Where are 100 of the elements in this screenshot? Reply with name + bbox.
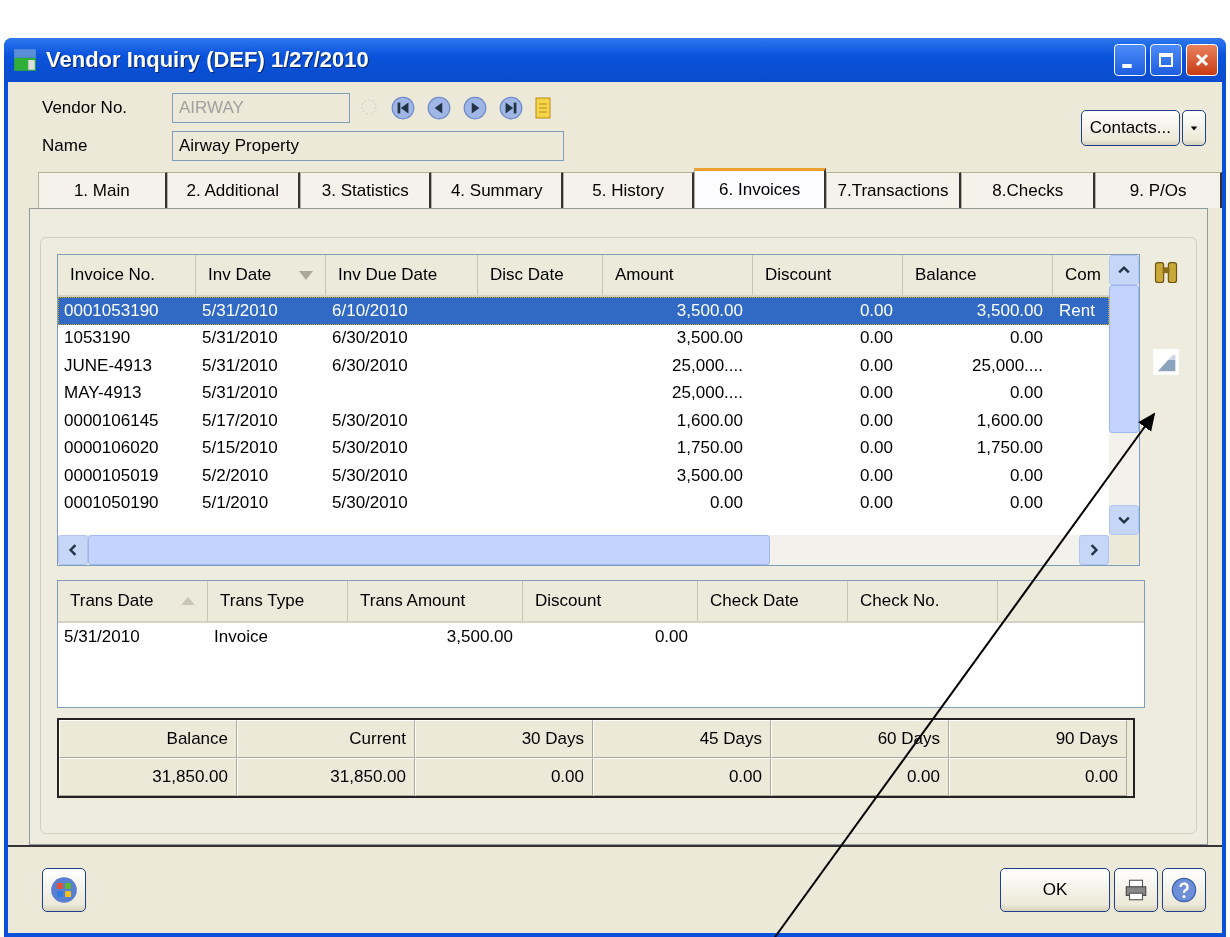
column-header: 90 Days xyxy=(949,720,1127,758)
column-header[interactable]: Trans Date xyxy=(58,581,208,621)
previous-record-icon[interactable] xyxy=(426,95,452,121)
table-cell-text: 0.00 xyxy=(858,493,894,514)
contacts-button[interactable]: Contacts... xyxy=(1080,110,1180,146)
minimize-button[interactable] xyxy=(1114,44,1146,76)
column-header[interactable]: Trans Amount xyxy=(348,581,523,621)
table-cell-text: 0.00 xyxy=(858,465,894,486)
table-cell: 31,850.00 xyxy=(237,758,415,796)
scroll-up-button[interactable] xyxy=(1109,255,1139,285)
last-record-icon[interactable] xyxy=(498,95,524,121)
column-header[interactable]: Inv Due Date xyxy=(326,255,478,295)
scroll-right-button[interactable] xyxy=(1079,535,1109,565)
table-cell: 0.00 xyxy=(415,758,593,796)
column-header: 30 Days xyxy=(415,720,593,758)
invoice-row[interactable]: 0000105019 5/2/2010 5/30/2010 3,500.00 0.00 0.00 xyxy=(58,462,1109,490)
scroll-thumb[interactable] xyxy=(1109,285,1139,433)
column-header[interactable]: Discount xyxy=(523,581,698,621)
table-cell-text: 1,600.00 xyxy=(975,410,1044,431)
table-cell-text: 0.00 xyxy=(858,300,894,321)
scrollbar-corner xyxy=(1109,535,1139,565)
tab[interactable]: 3. Statistics xyxy=(300,172,432,208)
tab[interactable]: 1. Main xyxy=(38,172,167,208)
chevron-up-icon xyxy=(1118,264,1130,276)
column-header[interactable]: Amount xyxy=(603,255,753,295)
next-record-icon[interactable] xyxy=(462,95,488,121)
table-cell-text: 25,000.... xyxy=(671,383,744,404)
table-cell-text: 5/31/2010 xyxy=(201,300,279,321)
table-cell-text: 0000106020 xyxy=(63,438,160,459)
table-cell: 0.00 xyxy=(771,758,949,796)
invoice-row[interactable]: 0001053190 5/31/2010 6/10/2010 3,500.00 0.00 3,500.00 Rent xyxy=(58,297,1109,325)
column-header[interactable]: Balance xyxy=(903,255,1053,295)
column-header[interactable]: Inv Date xyxy=(196,255,326,295)
table-cell-text: 1,750.00 xyxy=(675,438,744,459)
column-header[interactable]: Disc Date xyxy=(478,255,603,295)
table-cell-text: 0.00 xyxy=(1008,328,1044,349)
invoice-row[interactable]: 0000106145 5/17/2010 5/30/2010 1,600.00 0.00 1,600.00 xyxy=(58,407,1109,435)
window-title: Vendor Inquiry (DEF) 1/27/2010 xyxy=(46,47,370,73)
table-cell-text: 0.00 xyxy=(858,410,894,431)
invoice-row[interactable]: 0001050190 5/1/2010 5/30/2010 0.00 0.00 0.00 xyxy=(58,489,1109,517)
table-cell-text: 3,500.00 xyxy=(675,300,744,321)
invoice-row[interactable]: JUNE-4913 5/31/2010 6/30/2010 25,000.... 0.00 25,000.... xyxy=(58,352,1109,380)
chevron-left-icon xyxy=(67,544,79,556)
name-field[interactable]: Airway Property xyxy=(172,131,564,161)
contacts-dropdown-button[interactable] xyxy=(1182,110,1206,146)
column-header[interactable]: Check Date xyxy=(698,581,848,621)
table-cell-text: 5/17/2010 xyxy=(201,410,279,431)
table-cell-text: 0.00 xyxy=(1008,465,1044,486)
print-button[interactable] xyxy=(1114,868,1158,912)
app-icon xyxy=(12,47,38,73)
minimize-icon xyxy=(1122,64,1132,68)
scroll-thumb[interactable] xyxy=(88,535,770,565)
table-cell-text: 0001050190 xyxy=(63,493,160,514)
table-cell-text: Invoice xyxy=(213,626,269,647)
windows-logo-button[interactable] xyxy=(42,868,86,912)
close-button[interactable] xyxy=(1186,44,1218,76)
vertical-scrollbar[interactable] xyxy=(1109,255,1139,565)
tab[interactable]: 4. Summary xyxy=(431,172,563,208)
table-cell-text: 5/31/2010 xyxy=(201,328,279,349)
table-cell-text: 3,500.00 xyxy=(675,328,744,349)
tab[interactable]: 7.Transactions xyxy=(825,172,961,208)
table-cell-text: 0.00 xyxy=(708,493,744,514)
tab[interactable]: 9. P/Os xyxy=(1095,172,1222,208)
table-cell-text: 0.00 xyxy=(1008,493,1044,514)
table-cell-text: 5/2/2010 xyxy=(201,465,270,486)
name-label: Name xyxy=(42,136,89,156)
invoice-row[interactable]: 0000106020 5/15/2010 5/30/2010 1,750.00 0.00 1,750.00 xyxy=(58,434,1109,462)
table-cell-text: 0000106145 xyxy=(63,410,160,431)
column-header[interactable]: Invoice No. xyxy=(58,255,196,295)
column-header: Balance xyxy=(59,720,237,758)
maximize-button[interactable] xyxy=(1150,44,1182,76)
page-corner-icon[interactable] xyxy=(1152,348,1180,376)
column-header[interactable]: Check No. xyxy=(848,581,998,621)
table-cell-text: 3,500.00 xyxy=(675,465,744,486)
help-icon xyxy=(1170,876,1198,904)
tab[interactable]: 6. Invoices xyxy=(694,168,826,208)
table-cell-text: 1053190 xyxy=(63,328,132,349)
scroll-left-button[interactable] xyxy=(58,535,88,565)
windows-logo-icon xyxy=(50,876,78,904)
table-cell-text: 6/30/2010 xyxy=(331,328,409,349)
column-header: Current xyxy=(237,720,415,758)
ok-button[interactable]: OK xyxy=(1000,868,1110,912)
column-header[interactable]: Discount xyxy=(753,255,903,295)
tab[interactable]: 5. History xyxy=(562,172,695,208)
tab[interactable]: 8.Checks xyxy=(961,172,1096,208)
table-cell-text: 1,750.00 xyxy=(975,438,1044,459)
table-cell-text: 5/30/2010 xyxy=(331,493,409,514)
chevron-down-icon xyxy=(1118,514,1130,526)
horizontal-scrollbar[interactable] xyxy=(58,535,1109,565)
table-cell-text: 5/30/2010 xyxy=(331,410,409,431)
table-cell-text: JUNE-4913 xyxy=(63,355,153,376)
invoice-row[interactable]: MAY-4913 5/31/2010 25,000.... 0.00 0.00 xyxy=(58,379,1109,407)
chevron-right-icon xyxy=(1088,544,1100,556)
table-cell: 0.00 xyxy=(593,758,771,796)
invoice-row[interactable]: 1053190 5/31/2010 6/30/2010 3,500.00 0.00 0.00 xyxy=(58,324,1109,352)
first-record-icon[interactable] xyxy=(390,95,416,121)
scroll-down-button[interactable] xyxy=(1109,505,1139,535)
column-header[interactable]: Trans Type xyxy=(208,581,348,621)
tab[interactable]: 2. Additional xyxy=(166,172,300,208)
help-button[interactable] xyxy=(1162,868,1206,912)
